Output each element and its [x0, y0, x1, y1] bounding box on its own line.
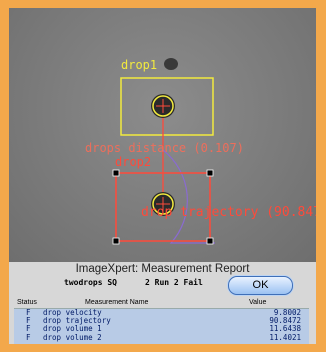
measurement-list[interactable]: F drop velocity 9.8002 F drop trajectory…: [14, 308, 309, 344]
measurement-report-panel: ImageXpert: Measurement Report twodrops …: [9, 262, 316, 344]
drop2-handle-tr[interactable]: [206, 169, 214, 177]
measurement-overlay: [112, 58, 215, 245]
report-title: ImageXpert: Measurement Report: [75, 263, 250, 275]
column-header-name[interactable]: Measurement Name: [85, 299, 148, 306]
drop2-handle-bl[interactable]: [112, 237, 120, 245]
row-name: drop volume 2: [43, 332, 102, 342]
trajectory-label: drop trajectory (90.847): [141, 205, 316, 220]
window-frame: drop1 drops distance (0.107) drop2 drop …: [0, 0, 326, 352]
column-header-status[interactable]: Status: [17, 299, 37, 306]
ok-button[interactable]: OK: [228, 276, 293, 295]
drop2-handle-tl[interactable]: [112, 169, 120, 177]
row-status: F: [26, 332, 31, 342]
column-header-value[interactable]: Value: [249, 299, 266, 306]
distance-label: drops distance (0.107): [85, 141, 244, 155]
table-row[interactable]: F drop volume 2 11.4021: [14, 332, 309, 342]
drop2-handle-br[interactable]: [206, 237, 214, 245]
drop2-label: drop2: [115, 155, 152, 169]
smudge: [164, 58, 178, 70]
summary-result: 2 Run 2 Fail: [145, 278, 203, 287]
row-value: 11.4021: [269, 332, 301, 342]
image-canvas[interactable]: drop1 drops distance (0.107) drop2 drop …: [9, 8, 316, 262]
drop1-label: drop1: [121, 58, 158, 72]
summary-name: twodrops SQ: [64, 278, 117, 287]
